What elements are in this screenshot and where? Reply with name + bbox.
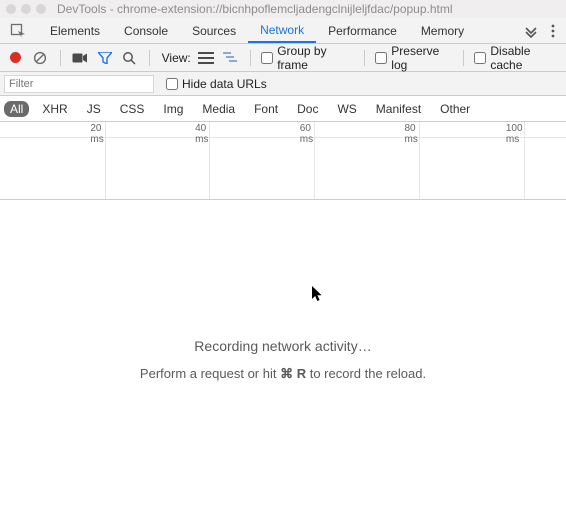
view-label: View: [162, 51, 191, 65]
preserve-log-input[interactable] [375, 52, 387, 64]
tick-label: 60 ms [300, 123, 315, 145]
type-xhr[interactable]: XHR [36, 101, 73, 117]
tab-network[interactable]: Network [248, 18, 316, 43]
timeline-ruler: 20 ms 40 ms 60 ms 80 ms 100 ms [0, 122, 566, 138]
type-all[interactable]: All [4, 101, 29, 117]
search-icon[interactable] [120, 48, 139, 68]
network-empty-state: Recording network activity… Perform a re… [0, 200, 566, 520]
type-img[interactable]: Img [157, 101, 189, 117]
group-by-frame-input[interactable] [261, 52, 273, 64]
type-ws[interactable]: WS [331, 101, 362, 117]
preserve-log-label: Preserve log [391, 44, 453, 72]
group-by-frame-label: Group by frame [277, 44, 354, 72]
type-media[interactable]: Media [196, 101, 241, 117]
type-css[interactable]: CSS [114, 101, 151, 117]
inspect-element-icon[interactable] [4, 18, 32, 43]
empty-hint-pre: Perform a request or hit [140, 366, 280, 381]
disable-cache-input[interactable] [474, 52, 486, 64]
traffic-close[interactable] [6, 4, 16, 14]
devtools-tabbar: Elements Console Sources Network Perform… [0, 18, 566, 44]
type-doc[interactable]: Doc [291, 101, 324, 117]
record-button[interactable] [6, 48, 25, 68]
toolbar-divider [149, 50, 150, 66]
filter-bar: Hide data URLs [0, 72, 566, 96]
tab-console[interactable]: Console [112, 18, 180, 43]
network-toolbar: View: Group by frame Preserve log Disabl… [0, 44, 566, 72]
type-filter-bar: All XHR JS CSS Img Media Font Doc WS Man… [0, 96, 566, 122]
disable-cache-checkbox[interactable]: Disable cache [474, 44, 560, 72]
toolbar-divider [364, 50, 365, 66]
window-titlebar: DevTools - chrome-extension://bicnhpofle… [0, 0, 566, 18]
clear-icon[interactable] [31, 48, 50, 68]
devtools-kebab-icon[interactable] [544, 18, 562, 43]
toolbar-divider [463, 50, 464, 66]
toolbar-divider [250, 50, 251, 66]
traffic-minimize[interactable] [21, 4, 31, 14]
camera-icon[interactable] [70, 48, 89, 68]
tabs-overflow-icon[interactable] [518, 18, 544, 43]
type-other[interactable]: Other [434, 101, 476, 117]
empty-title: Recording network activity… [194, 338, 371, 354]
view-waterfall-icon[interactable] [222, 48, 241, 68]
disable-cache-label: Disable cache [490, 44, 560, 72]
tick-label: 80 ms [405, 123, 420, 145]
cursor-icon [312, 286, 324, 302]
view-list-icon[interactable] [197, 48, 216, 68]
window-title: DevTools - chrome-extension://bicnhpofle… [57, 2, 453, 16]
timeline-overview[interactable]: 20 ms 40 ms 60 ms 80 ms 100 ms [0, 122, 566, 200]
tab-sources[interactable]: Sources [180, 18, 248, 43]
type-font[interactable]: Font [248, 101, 284, 117]
tab-memory[interactable]: Memory [409, 18, 476, 43]
tick-label: 20 ms [90, 123, 105, 145]
filter-icon[interactable] [95, 48, 114, 68]
type-manifest[interactable]: Manifest [370, 101, 427, 117]
tab-elements[interactable]: Elements [38, 18, 112, 43]
filter-input[interactable] [4, 75, 154, 93]
toolbar-divider [60, 50, 61, 66]
empty-hint: Perform a request or hit ⌘ R to record t… [140, 366, 426, 382]
tick-label: 100 ms [506, 123, 525, 145]
preserve-log-checkbox[interactable]: Preserve log [375, 44, 453, 72]
empty-hint-post: to record the reload. [306, 366, 426, 381]
hide-data-urls-input[interactable] [166, 78, 178, 90]
tab-performance[interactable]: Performance [316, 18, 409, 43]
devtools-tabs: Elements Console Sources Network Perform… [38, 18, 518, 43]
tick-label: 40 ms [195, 123, 210, 145]
traffic-zoom[interactable] [36, 4, 46, 14]
hide-data-urls-label: Hide data URLs [182, 77, 267, 91]
empty-hint-key: ⌘ R [280, 366, 306, 381]
type-js[interactable]: JS [81, 101, 107, 117]
hide-data-urls-checkbox[interactable]: Hide data URLs [166, 77, 267, 91]
group-by-frame-checkbox[interactable]: Group by frame [261, 44, 354, 72]
